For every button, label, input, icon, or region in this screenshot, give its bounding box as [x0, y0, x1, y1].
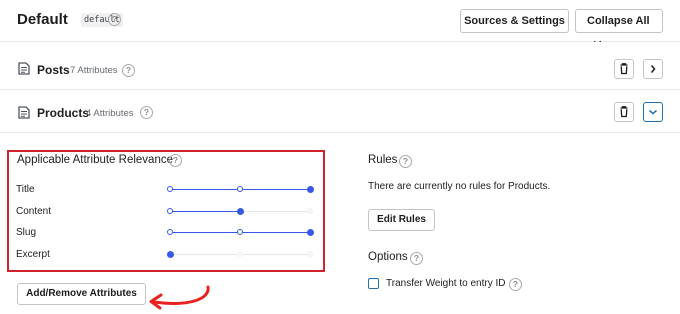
rules-empty-text: There are currently no rules for Product… [368, 181, 551, 192]
source-title[interactable]: Products [37, 106, 89, 120]
engine-title: Default [17, 11, 68, 28]
slider-thumb[interactable] [236, 208, 244, 215]
collapse-source-button[interactable] [643, 102, 663, 122]
attribute-label: Content [16, 206, 52, 217]
attribute-label: Excerpt [16, 249, 50, 260]
chevron-right-icon [650, 65, 656, 73]
slider-step-marker[interactable] [167, 208, 173, 214]
source-attribute-count: 4 Attributes [86, 108, 134, 119]
annotation-arrow-icon [149, 285, 210, 310]
source-help-icon[interactable]: ? [122, 64, 135, 77]
remove-source-button[interactable] [614, 59, 634, 79]
source-row-posts: Posts 7 Attributes ? [0, 42, 680, 90]
slider-fill [170, 211, 240, 212]
slider-step-marker[interactable] [307, 208, 313, 214]
transfer-weight-help-icon[interactable]: ? [509, 278, 522, 291]
sources-settings-button[interactable]: Sources & Settings [460, 9, 569, 33]
relevance-slider[interactable] [167, 228, 314, 237]
slider-thumb[interactable] [306, 186, 314, 193]
add-remove-attributes-button[interactable]: Add/Remove Attributes [17, 283, 146, 305]
trash-icon [620, 106, 628, 118]
relevance-help-icon[interactable]: ? [169, 154, 182, 167]
trash-icon [620, 63, 628, 75]
slider-step-marker[interactable] [167, 186, 173, 192]
slider-step-marker[interactable] [167, 229, 173, 235]
relevance-slider[interactable] [166, 250, 313, 259]
engine-header: Default default ? Sources & Settings Col… [0, 0, 680, 46]
chevron-down-icon [649, 109, 657, 115]
slider-step-marker[interactable] [237, 186, 243, 192]
document-icon [18, 62, 30, 75]
options-heading: Options [368, 251, 408, 263]
relevance-slider[interactable] [167, 185, 314, 194]
source-title[interactable]: Posts [37, 63, 70, 77]
rules-heading: Rules [368, 154, 398, 166]
collapse-all-label: Collapse All [587, 15, 650, 27]
sources-settings-label: Sources & Settings [464, 15, 565, 27]
transfer-weight-label[interactable]: Transfer Weight to entry ID [386, 278, 506, 289]
rules-help-icon[interactable]: ? [399, 155, 412, 168]
source-attribute-count: 7 Attributes [70, 65, 118, 76]
remove-source-button[interactable] [614, 102, 634, 122]
expand-source-button[interactable] [643, 59, 663, 79]
engine-help-icon[interactable]: ? [108, 13, 121, 26]
attribute-label: Slug [16, 227, 37, 238]
relevance-slider[interactable] [167, 207, 313, 216]
slider-thumb[interactable] [166, 251, 174, 258]
add-remove-attributes-label: Add/Remove Attributes [26, 288, 137, 299]
source-help-icon[interactable]: ? [140, 106, 153, 119]
edit-rules-button[interactable]: Edit Rules [368, 209, 435, 231]
slider-thumb[interactable] [306, 229, 314, 236]
edit-rules-label: Edit Rules [377, 214, 426, 225]
transfer-weight-checkbox[interactable] [368, 278, 379, 289]
slider-step-marker[interactable] [237, 251, 243, 257]
options-help-icon[interactable]: ? [410, 252, 423, 265]
slider-step-marker[interactable] [307, 251, 313, 257]
slider-step-marker[interactable] [237, 229, 243, 235]
attribute-label: Title [16, 184, 35, 195]
collapse-all-button[interactable]: Collapse All [575, 9, 663, 46]
document-icon [18, 106, 30, 119]
relevance-heading: Applicable Attribute Relevance [17, 154, 173, 166]
source-row-products: Products 4 Attributes ? [0, 90, 680, 133]
